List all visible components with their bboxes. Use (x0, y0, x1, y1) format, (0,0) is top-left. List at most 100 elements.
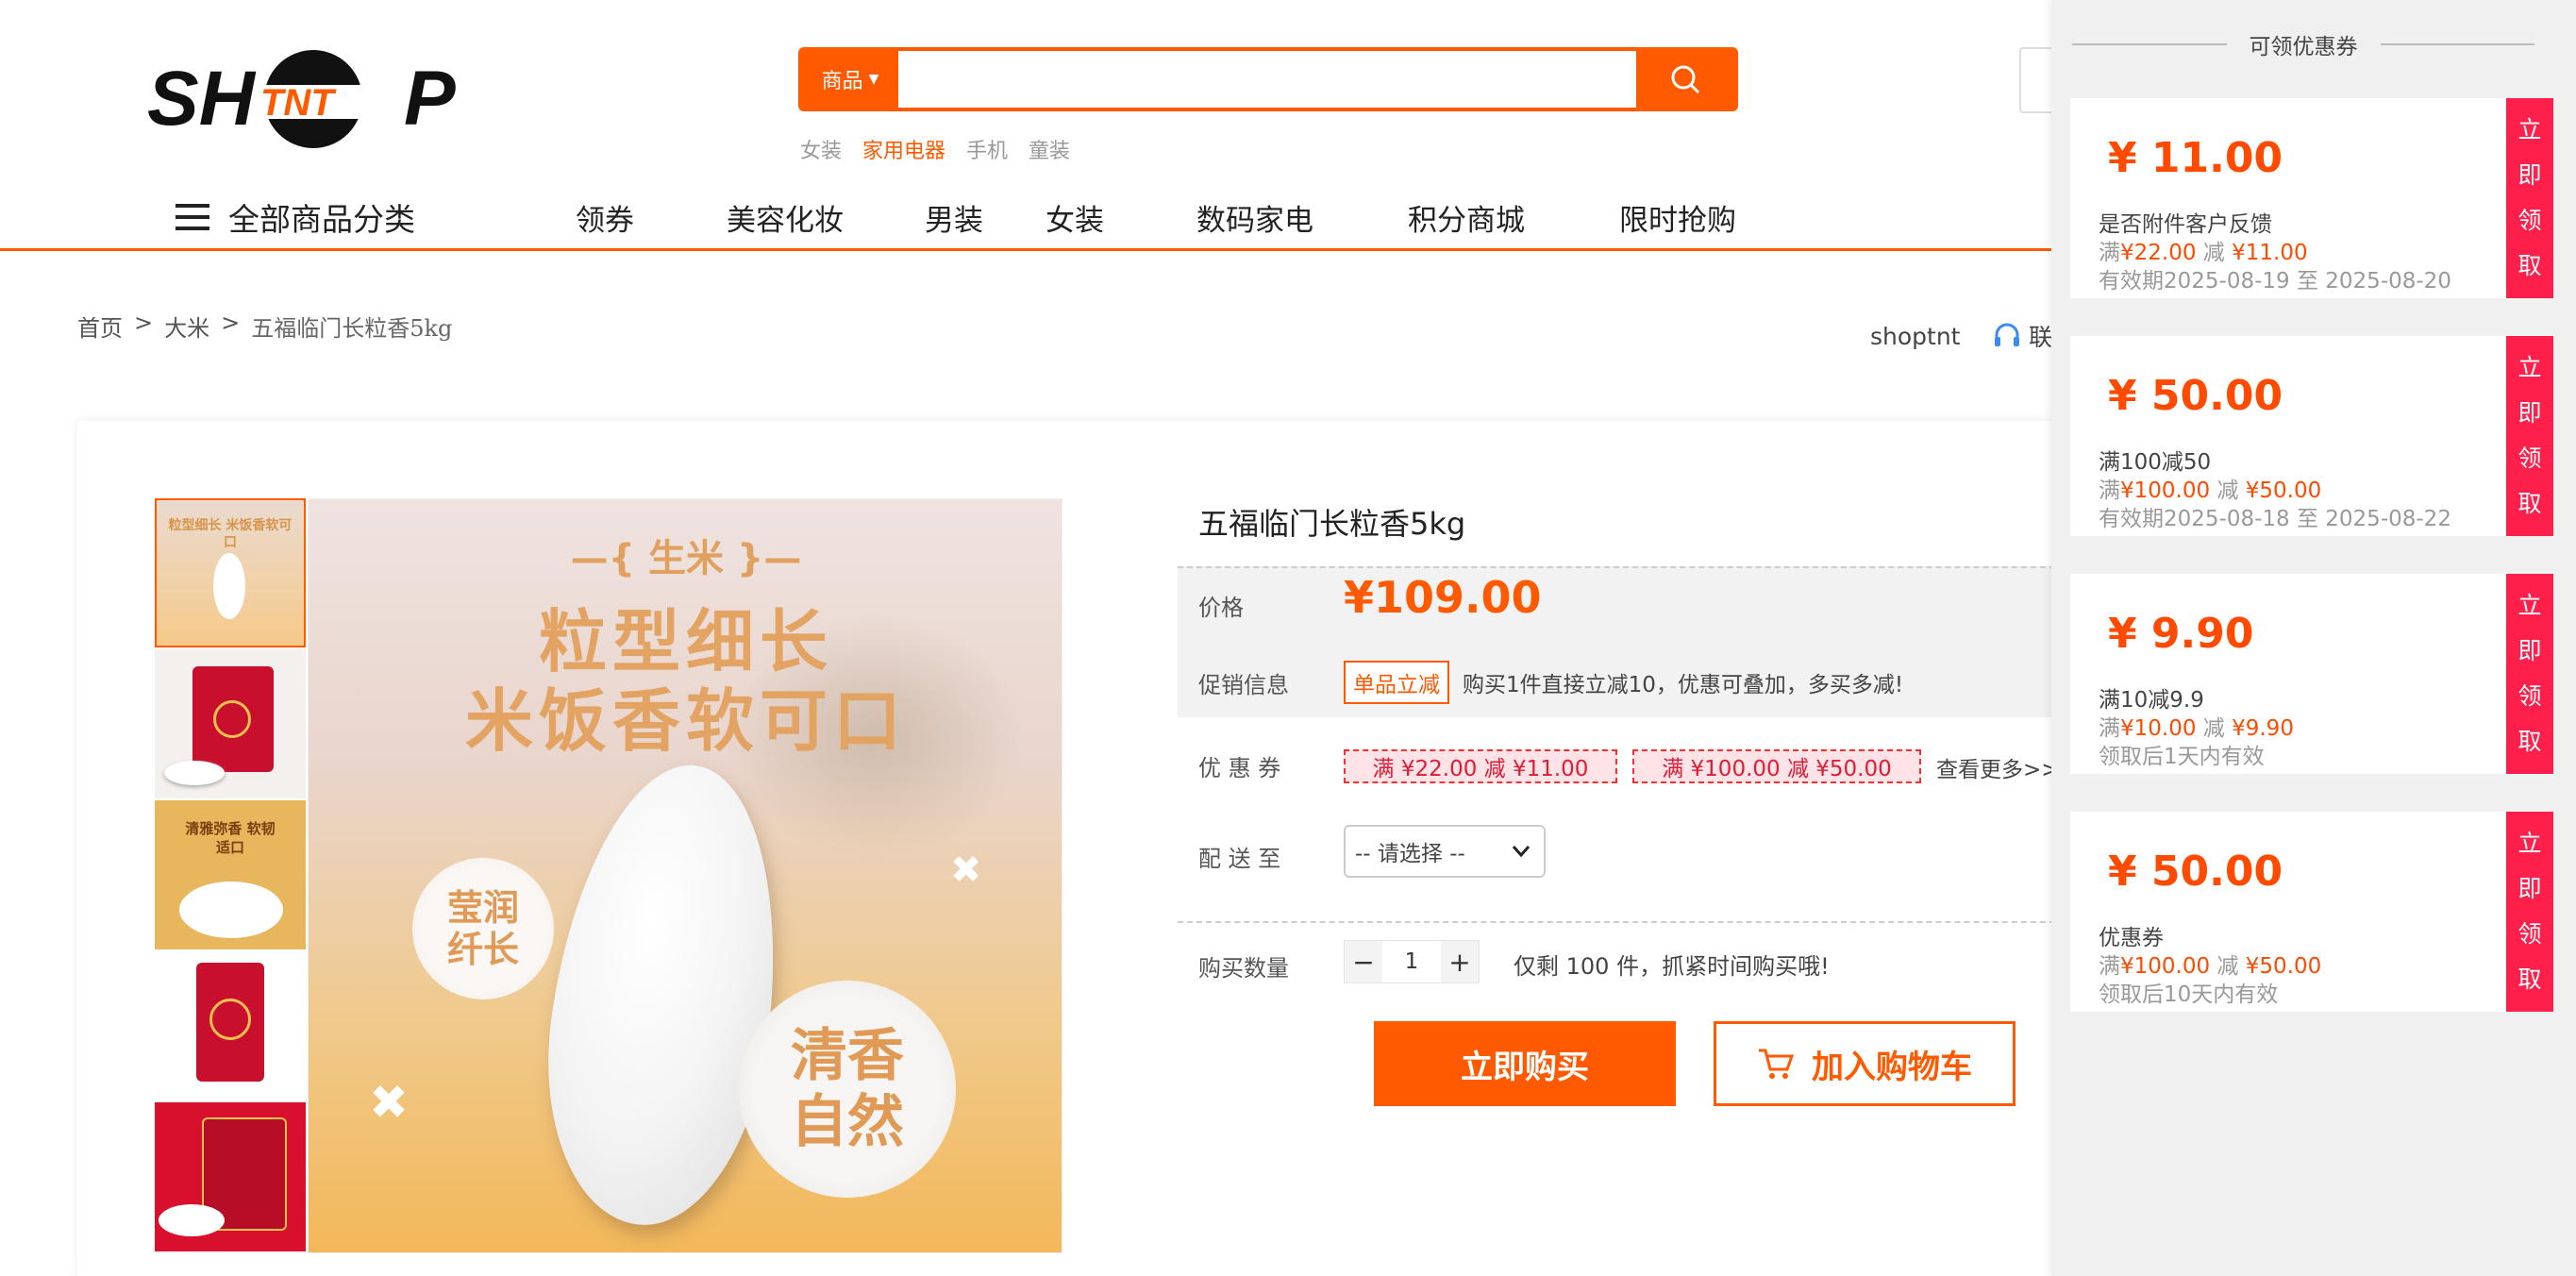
claim-coupon-button[interactable]: 立即领取 (2500, 336, 2553, 536)
chevron-down-icon (1512, 846, 1531, 858)
breadcrumb-category[interactable]: 大米 (164, 310, 209, 343)
coupon-condition: 满¥100.00 减 ¥50.00 (2099, 478, 2322, 503)
search-category-dropdown[interactable]: 商品 ▼ (802, 51, 898, 108)
nav-item-women[interactable]: 女装 (1045, 196, 1196, 239)
coupon-chip[interactable]: 满 ¥22.00 减 ¥11.00 (1344, 749, 1617, 783)
coupon-panel: 可领优惠券 ¥ 11.00 是否附件客户反馈 满¥22.00 减 ¥11.00 … (2051, 0, 2576, 1276)
product-title: 五福临门长粒香5kg (1198, 506, 1466, 542)
breadcrumb-home[interactable]: 首页 (77, 310, 123, 343)
nav-item-points-mall[interactable]: 积分商城 (1408, 196, 1619, 239)
search-bar: 商品 ▼ (798, 47, 1738, 111)
search-button[interactable] (1636, 51, 1734, 108)
svg-text:P: P (404, 56, 456, 142)
coupon-card: ¥ 50.00 满100减50 满¥100.00 减 ¥50.00 有效期202… (2070, 336, 2553, 536)
main-nav: 全部商品分类 领券 美容化妆 男装 女装 数码家电 积分商城 限时抢购 (0, 185, 2057, 251)
coupon-name: 满10减9.9 (2099, 688, 2204, 713)
coupon-amount: ¥ 11.00 (2108, 134, 2283, 182)
nav-item-flash-sale[interactable]: 限时抢购 (1619, 196, 1770, 239)
divider (1178, 921, 2065, 923)
coupon-chip[interactable]: 满 ¥100.00 减 ¥50.00 (1632, 749, 1921, 783)
sparkle-icon: ✖ (950, 848, 982, 892)
thumbnail[interactable] (155, 951, 306, 1100)
thumbnail[interactable]: 粒型细长 米饭香软可口 (155, 498, 306, 647)
search-category-label: 商品 (821, 70, 863, 93)
thumbnail[interactable] (155, 1102, 306, 1251)
coupon-condition: 满¥10.00 减 ¥9.90 (2099, 716, 2294, 741)
customer-service-label: 联 (2029, 324, 2053, 351)
quantity-decrease-button[interactable]: − (1345, 941, 1382, 982)
hot-search-words: 女装 家用电器 手机 童装 (800, 134, 1070, 164)
coupon-validity: 领取后1天内有效 (2099, 745, 2265, 769)
nav-item-electronics[interactable]: 数码家电 (1196, 196, 1408, 239)
coupon-card: ¥ 11.00 是否附件客户反馈 满¥22.00 减 ¥11.00 有效期202… (2070, 98, 2553, 298)
add-to-cart-label: 加入购物车 (1812, 1048, 1972, 1086)
product-price: ¥109.00 (1344, 572, 1542, 623)
price-label: 价格 (1198, 595, 1244, 621)
quantity-stepper: − 1 + (1344, 940, 1480, 983)
coupon-amount: ¥ 50.00 (2108, 848, 2283, 896)
coupon-card: ¥ 9.90 满10减9.9 满¥10.00 减 ¥9.90 领取后1天内有效 … (2070, 574, 2553, 774)
ship-region-value: -- 请选择 -- (1355, 842, 1465, 866)
nav-item-coupons[interactable]: 领券 (576, 196, 727, 239)
svg-text:TNT: TNT (260, 82, 337, 124)
hot-word[interactable]: 手机 (966, 134, 1008, 164)
ship-label: 配 送 至 (1198, 846, 1281, 872)
breadcrumb-separator: > (134, 310, 154, 336)
caret-down-icon: ▼ (868, 72, 879, 87)
add-to-cart-button[interactable]: 加入购物车 (1714, 1021, 2016, 1106)
search-icon (1671, 65, 1700, 94)
quantity-input[interactable]: 1 (1382, 941, 1441, 982)
customer-service[interactable]: 联 (1993, 319, 2052, 353)
thumbnail-list: 粒型细长 米饭香软可口 清雅弥香 软韧适口 (155, 498, 306, 1253)
coupon-name: 是否附件客户反馈 (2099, 212, 2272, 237)
menu-icon (176, 204, 209, 230)
image-badge-left: 莹润纤长 (446, 887, 519, 970)
promo-label: 促销信息 (1198, 672, 1289, 698)
cart-icon (1759, 1049, 1795, 1079)
thumbnail-text: 粒型细长 米饭香软可口 (168, 518, 293, 550)
coupon-label: 优 惠 券 (1198, 755, 1281, 781)
shop-name[interactable]: shoptnt (1870, 323, 1960, 350)
thumbnail[interactable] (155, 649, 306, 798)
image-badge-right: 清香自然 (791, 1023, 904, 1155)
product-main-image[interactable]: —{ 生米 }— 粒型细长 米饭香软可口 莹润纤长 清香自然 ✖ ✖ (308, 498, 1062, 1253)
coupon-validity: 有效期2025-08-18 至 2025-08-22 (2099, 507, 2451, 531)
image-tagline: —{ 生米 }— (570, 537, 802, 580)
coupon-panel-header: 可领优惠券 (2072, 28, 2534, 60)
coupon-amount: ¥ 9.90 (2108, 610, 2254, 658)
claim-coupon-button[interactable]: 立即领取 (2500, 574, 2553, 774)
quantity-label: 购买数量 (1198, 955, 1289, 982)
nav-item-beauty[interactable]: 美容化妆 (727, 196, 925, 239)
coupon-amount: ¥ 50.00 (2108, 372, 2283, 420)
buy-now-button[interactable]: 立即购买 (1374, 1021, 1676, 1106)
claim-coupon-button[interactable]: 立即领取 (2500, 98, 2553, 298)
hot-word[interactable]: 家用电器 (862, 134, 945, 164)
view-more-coupons-link[interactable]: 查看更多>> (1936, 751, 2060, 783)
all-categories[interactable]: 全部商品分类 (176, 194, 415, 240)
site-logo[interactable]: SH TNT P (147, 47, 468, 151)
coupon-condition: 满¥22.00 减 ¥11.00 (2099, 241, 2308, 265)
svg-text:SH: SH (147, 56, 257, 142)
breadcrumb-separator: > (221, 310, 241, 336)
search-input[interactable] (898, 51, 1636, 108)
promo-tag: 单品立减 (1344, 661, 1449, 704)
all-categories-label: 全部商品分类 (228, 201, 415, 238)
headset-icon (1995, 323, 2019, 346)
breadcrumb: 首页 > 大米 > 五福临门长粒香5kg (77, 310, 452, 343)
ship-region-select[interactable]: -- 请选择 -- (1344, 825, 1546, 878)
thumbnail-text: 清雅弥香 软韧适口 (185, 820, 276, 856)
promo-text: 购买1件直接立减10，优惠可叠加，多买多减! (1463, 673, 1904, 697)
thumbnail[interactable]: 清雅弥香 软韧适口 (155, 800, 306, 949)
claim-coupon-button[interactable]: 立即领取 (2500, 812, 2553, 1012)
quantity-increase-button[interactable]: + (1441, 941, 1479, 982)
coupon-panel-title: 可领优惠券 (2249, 35, 2358, 59)
sparkle-icon: ✖ (369, 1075, 409, 1130)
coupon-card: ¥ 50.00 优惠券 满¥100.00 减 ¥50.00 领取后10天内有效 … (2070, 812, 2553, 1012)
hot-word[interactable]: 女装 (800, 134, 842, 164)
hot-word[interactable]: 童装 (1029, 134, 1070, 164)
image-headline-2: 米饭香软可口 (464, 681, 907, 761)
coupon-name: 优惠券 (2099, 926, 2164, 950)
coupon-condition: 满¥100.00 减 ¥50.00 (2099, 954, 2322, 979)
coupon-validity: 有效期2025-08-19 至 2025-08-20 (2099, 269, 2451, 294)
nav-item-men[interactable]: 男装 (925, 196, 1045, 239)
